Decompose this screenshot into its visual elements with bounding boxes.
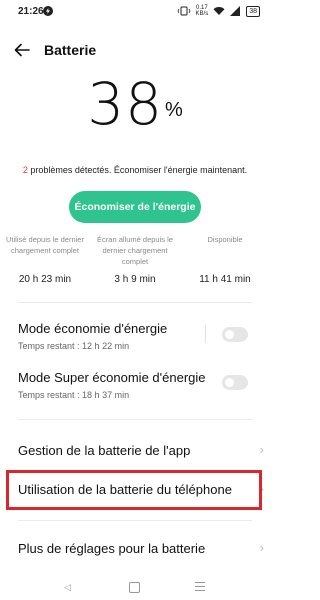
more-battery-settings-item[interactable]: Plus de réglages pour la batterie [18, 541, 254, 556]
vibrate-icon [177, 6, 190, 16]
save-energy-button[interactable]: Économiser de l'énergie [69, 191, 201, 223]
stat-label: Disponible [207, 235, 243, 244]
super-saving-remaining: Temps restant : 18 h 37 min [18, 390, 130, 400]
power-saving-toggle[interactable] [222, 327, 248, 342]
power-saving-remaining: Temps restant : 12 h 22 min [18, 341, 130, 351]
wifi-icon [213, 7, 225, 15]
power-saving-title: Mode économie d'énergie [18, 321, 168, 336]
stat-value: 3 h 9 min [114, 274, 156, 285]
highlight-box [6, 470, 262, 510]
stat-label: Utilisé depuis le dernier chargement com… [6, 235, 84, 255]
net-speed: 0.17 KB/s [195, 5, 209, 17]
nav-menu-icon[interactable] [195, 582, 205, 591]
percent-symbol: % [165, 99, 183, 121]
usage-stats: Utilisé depuis le dernier chargement com… [0, 234, 270, 285]
status-icons: 0.17 KB/s 38 [177, 5, 260, 17]
back-arrow-icon[interactable] [14, 43, 30, 57]
super-saving-title: Mode Super économie d'énergie [18, 370, 206, 385]
stat-value: 11 h 41 min [199, 274, 251, 285]
stat-available: Disponible 11 h 41 min [180, 234, 270, 285]
battery-percentage: 38% [0, 70, 270, 138]
divider [18, 302, 252, 303]
toggle-separator [205, 325, 206, 343]
stat-value: 20 h 23 min [18, 274, 72, 285]
stat-label: Écran allumé depuis le dernier chargemen… [97, 235, 173, 266]
super-saving-toggle[interactable] [222, 375, 248, 390]
app-battery-management-item[interactable]: Gestion de la batterie de l'app [18, 443, 254, 458]
battery-percent-value: 38 [87, 70, 163, 138]
nav-back-icon[interactable]: ◁ [64, 582, 71, 593]
stat-used-since-charge: Utilisé depuis le dernier chargement com… [0, 234, 90, 285]
divider [18, 520, 252, 521]
problems-message: 2 problèmes détectés. Économiser l'énerg… [20, 164, 250, 176]
status-bar: 21:26 0.17 KB/s 38 [0, 0, 270, 24]
status-time: 21:26 [18, 6, 44, 17]
menu-item-label: Gestion de la batterie de l'app [18, 443, 191, 458]
divider [18, 419, 252, 420]
nav-home-icon[interactable] [129, 582, 140, 593]
notification-icon [43, 6, 53, 16]
battery-icon: 38 [246, 5, 260, 17]
menu-item-label: Plus de réglages pour la batterie [18, 541, 206, 556]
stat-screen-on: Écran allumé depuis le dernier chargemen… [90, 234, 180, 285]
page-title: Batterie [44, 42, 97, 58]
signal-icon [230, 6, 241, 16]
problems-text: problèmes détectés. Économiser l'énergie… [27, 165, 248, 175]
chevron-right-icon: › [259, 540, 264, 555]
chevron-right-icon: › [259, 442, 264, 457]
super-saving-row[interactable]: Mode Super économie d'énergie Temps rest… [18, 370, 254, 400]
navigation-bar: ◁ [0, 576, 270, 600]
power-saving-row[interactable]: Mode économie d'énergie Temps restant : … [18, 321, 254, 351]
